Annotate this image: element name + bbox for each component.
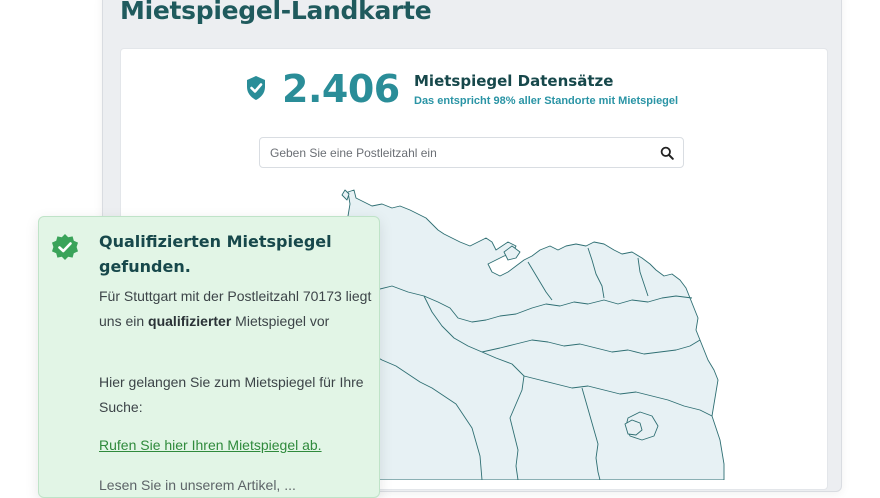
page-title: Mietspiegel-Landkarte: [120, 0, 432, 25]
verified-badge-icon: [52, 234, 78, 260]
result-instruction: Hier gelangen Sie zum Mietspiegel für Ih…: [99, 374, 364, 415]
result-text-bold: qualifizierter: [148, 313, 232, 329]
search-icon[interactable]: [660, 146, 674, 160]
postcode-input[interactable]: [270, 138, 650, 167]
result-more-text: Lesen Sie in unserem Artikel, ...: [99, 477, 296, 493]
result-text-after: Mietspiegel vor: [231, 313, 330, 329]
shield-check-icon: [247, 76, 265, 100]
dataset-count: 2.406: [282, 67, 400, 111]
postcode-search: [259, 137, 684, 168]
dataset-coverage: Das entspricht 98% aller Standorte mit M…: [414, 95, 679, 107]
mietspiegel-link[interactable]: Rufen Sie hier Ihren Mietspiegel ab.: [99, 433, 322, 458]
result-card: Qualifizierten Mietspiegel gefunden. Für…: [38, 216, 380, 498]
result-description: Für Stuttgart mit der Postleitzahl 70173…: [99, 284, 374, 334]
result-title: Qualifizierten Mietspiegel gefunden.: [99, 232, 332, 276]
dataset-label: Mietspiegel Datensätze: [414, 72, 614, 90]
